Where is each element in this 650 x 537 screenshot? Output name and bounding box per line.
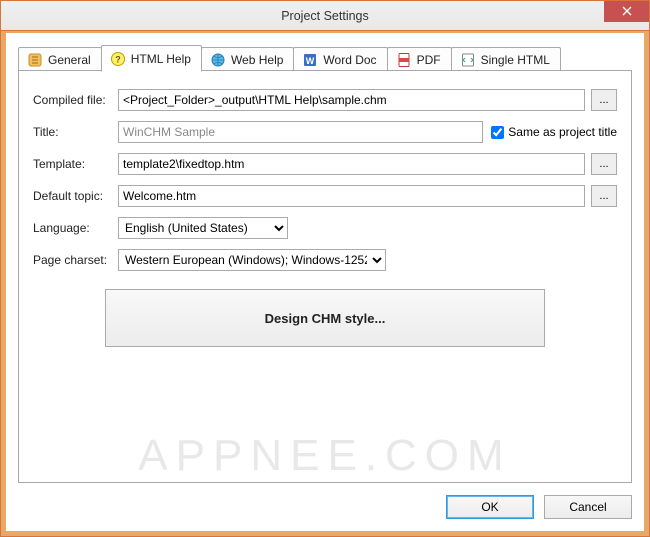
language-select[interactable]: English (United States) — [118, 217, 288, 239]
globe-icon — [210, 52, 226, 68]
tab-label: PDF — [417, 53, 441, 67]
label-default-topic: Default topic: — [33, 189, 118, 203]
same-as-project-title-label: Same as project title — [508, 125, 617, 139]
tab-pdf[interactable]: PDF — [387, 47, 452, 71]
tab-label: Web Help — [231, 53, 283, 67]
window-title: Project Settings — [1, 9, 649, 23]
titlebar: Project Settings — [1, 1, 649, 31]
content: General ? HTML Help Web Help W Word Doc … — [6, 33, 644, 531]
design-chm-style-button[interactable]: Design CHM style... — [105, 289, 545, 347]
browse-template-button[interactable]: ... — [591, 153, 617, 175]
label-template: Template: — [33, 157, 118, 171]
row-compiled-file: Compiled file: ... — [33, 89, 617, 111]
tab-label: General — [48, 53, 91, 67]
browse-default-topic-button[interactable]: ... — [591, 185, 617, 207]
ok-button[interactable]: OK — [446, 495, 534, 519]
tab-label: Word Doc — [323, 53, 376, 67]
html-icon — [460, 52, 476, 68]
window-body: General ? HTML Help Web Help W Word Doc … — [1, 31, 649, 536]
tab-general[interactable]: General — [18, 47, 102, 71]
tabstrip: General ? HTML Help Web Help W Word Doc … — [18, 43, 632, 71]
browse-compiled-file-button[interactable]: ... — [591, 89, 617, 111]
label-title: Title: — [33, 125, 118, 139]
pdf-icon — [396, 52, 412, 68]
page-charset-select[interactable]: Western European (Windows); Windows-1252 — [118, 249, 386, 271]
cancel-button[interactable]: Cancel — [544, 495, 632, 519]
project-settings-window: Project Settings General ? HTML Help Web… — [0, 0, 650, 537]
template-input[interactable] — [118, 153, 585, 175]
row-template: Template: ... — [33, 153, 617, 175]
tab-web-help[interactable]: Web Help — [201, 47, 294, 71]
svg-text:W: W — [306, 56, 315, 66]
footer-buttons: OK Cancel — [446, 495, 632, 519]
svg-text:?: ? — [115, 54, 121, 64]
compiled-file-input[interactable] — [118, 89, 585, 111]
row-language: Language: English (United States) — [33, 217, 617, 239]
label-compiled-file: Compiled file: — [33, 93, 118, 107]
default-topic-input[interactable] — [118, 185, 585, 207]
row-title: Title: Same as project title — [33, 121, 617, 143]
tab-panel-html-help: Compiled file: ... Title: Same as projec… — [18, 70, 632, 483]
settings-icon — [27, 52, 43, 68]
same-as-project-title-checkbox[interactable]: Same as project title — [491, 125, 617, 139]
word-icon: W — [302, 52, 318, 68]
tab-label: Single HTML — [481, 53, 550, 67]
tab-html-help[interactable]: ? HTML Help — [101, 45, 202, 72]
row-default-topic: Default topic: ... — [33, 185, 617, 207]
title-input[interactable] — [118, 121, 483, 143]
tab-single-html[interactable]: Single HTML — [451, 47, 561, 71]
tab-word-doc[interactable]: W Word Doc — [293, 47, 387, 71]
label-page-charset: Page charset: — [33, 253, 118, 267]
label-language: Language: — [33, 221, 118, 235]
row-page-charset: Page charset: Western European (Windows)… — [33, 249, 617, 271]
chm-icon: ? — [110, 51, 126, 67]
tab-label: HTML Help — [131, 52, 191, 66]
same-as-project-title-input[interactable] — [491, 126, 504, 139]
